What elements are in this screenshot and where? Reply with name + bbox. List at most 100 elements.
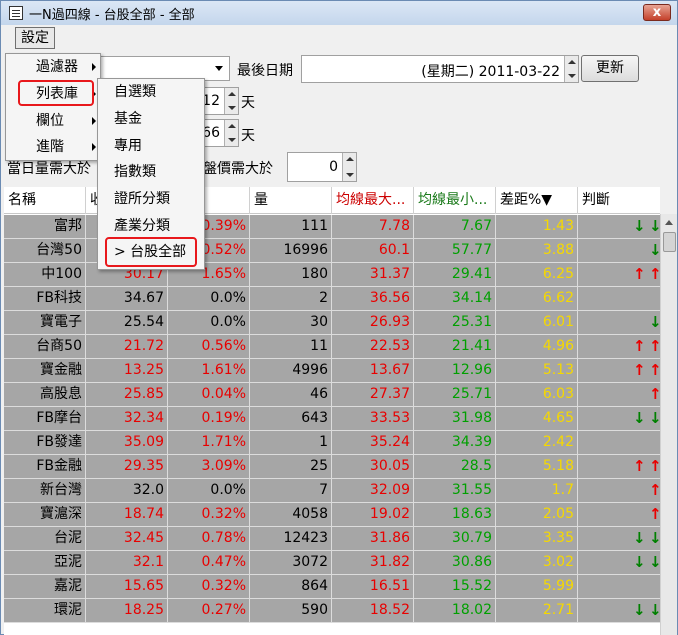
arrow-down-icon: ↓ — [633, 409, 646, 427]
table-row[interactable]: FB發達 35.09 1.71% 1 35.24 34.39 2.42 — [4, 431, 660, 455]
table-row[interactable]: FB金融 29.35 3.09% 25 30.05 28.5 5.18 ↑ ↑ — [4, 455, 660, 479]
cell-name: 寶電子 — [4, 311, 86, 334]
cell-vol: 16996 — [250, 239, 332, 262]
spin-up-icon[interactable] — [228, 124, 236, 128]
cell-gap: 3.88 — [496, 239, 578, 262]
col-ma-min[interactable]: 均線最小... — [414, 187, 496, 214]
spin-up-icon[interactable] — [568, 60, 576, 64]
table-row[interactable]: 環泥 18.25 0.27% 590 18.52 18.02 2.71 ↓ ↓ — [4, 599, 660, 623]
arrow-down-icon: ↓ — [649, 601, 660, 619]
cell-gap: 3.35 — [496, 527, 578, 550]
submenu-item-industry-category[interactable]: 產業分類 — [98, 213, 206, 240]
submenu-item-dedicated[interactable]: 專用 — [98, 133, 206, 160]
cell-judge: ↑ ↑ — [581, 455, 660, 478]
arrow-down-icon: ↓ — [649, 217, 660, 235]
cell-judge: ↑ ↑ — [581, 359, 660, 382]
col-volume[interactable]: 量 — [250, 187, 332, 214]
table-row[interactable]: 高股息 25.85 0.04% 46 27.37 25.71 6.03 ↑ — [4, 383, 660, 407]
menu-item-advanced[interactable]: 進階 — [6, 134, 102, 160]
cell-close: 34.67 — [86, 287, 168, 310]
cell-pct: 3.09% — [168, 455, 250, 478]
col-gap[interactable]: 差距%▼ — [496, 187, 578, 214]
table-row[interactable]: 新台灣 32.0 0.0% 7 32.09 31.55 1.7 ↑ — [4, 479, 660, 503]
cell-max: 22.53 — [332, 335, 414, 358]
table-row[interactable]: 亞泥 32.1 0.47% 3072 31.82 30.86 3.02 ↓ ↓ — [4, 551, 660, 575]
cell-max: 35.24 — [332, 431, 414, 454]
highlight-all-stocks — [105, 237, 197, 267]
spin-down-icon[interactable] — [228, 106, 236, 110]
submenu-item-watchlist[interactable]: 自選類 — [98, 79, 206, 106]
date-field[interactable]: (星期二) 2011-03-22 — [301, 55, 579, 83]
spin-down-icon[interactable] — [346, 173, 354, 177]
cell-pct: 0.04% — [168, 383, 250, 406]
cell-min: 31.55 — [414, 479, 496, 502]
menu-item-filter[interactable]: 過濾器 — [6, 54, 102, 80]
cell-pct: 0.0% — [168, 311, 250, 334]
table-row[interactable]: 寶滬深 18.74 0.32% 4058 19.02 18.63 2.05 ↑ — [4, 503, 660, 527]
window-title: 一N過四線 - 台股全部 - 全部 — [29, 8, 195, 23]
cell-min: 25.71 — [414, 383, 496, 406]
cell-close: 18.25 — [86, 599, 168, 622]
days-spinner-1[interactable] — [224, 88, 238, 114]
col-name[interactable]: 名稱 — [4, 187, 86, 214]
table-row[interactable]: 寶金融 13.25 1.61% 4996 13.67 12.96 5.13 ↑ ↑ — [4, 359, 660, 383]
cell-name: 亞泥 — [4, 551, 86, 574]
cell-close: 32.1 — [86, 551, 168, 574]
cell-name: FB金融 — [4, 455, 86, 478]
settings-dropdown: 過濾器 列表庫 欄位 進階 — [5, 53, 101, 161]
price-spinner[interactable] — [342, 153, 356, 181]
app-icon — [9, 6, 23, 20]
cell-pct: 0.0% — [168, 479, 250, 502]
cell-gap: 2.05 — [496, 503, 578, 526]
menu-item-fields[interactable]: 欄位 — [6, 108, 102, 134]
submenu-item-fund[interactable]: 基金 — [98, 106, 206, 133]
spin-down-icon[interactable] — [228, 138, 236, 142]
arrow-down-icon: ↓ — [649, 529, 660, 547]
menu-item-label: 欄位 — [36, 113, 64, 129]
cell-min: 18.63 — [414, 503, 496, 526]
cell-gap: 1.43 — [496, 215, 578, 238]
date-spinner[interactable] — [564, 56, 578, 82]
spin-up-icon[interactable] — [346, 157, 354, 161]
arrow-down-icon: ↓ — [633, 553, 646, 571]
table-row[interactable]: 台商50 21.72 0.56% 11 22.53 21.41 4.96 ↑ ↑ — [4, 335, 660, 359]
cell-vol: 25 — [250, 455, 332, 478]
cell-min: 31.98 — [414, 407, 496, 430]
cell-close: 21.72 — [86, 335, 168, 358]
close-button[interactable]: x — [643, 4, 671, 21]
cell-gap: 6.62 — [496, 287, 578, 310]
cell-max: 13.67 — [332, 359, 414, 382]
volume-label: 當日量需大於 — [7, 161, 91, 177]
refresh-button[interactable]: 更新 — [581, 55, 639, 82]
cell-gap: 5.18 — [496, 455, 578, 478]
spin-down-icon[interactable] — [568, 74, 576, 78]
days-spinner-2[interactable] — [224, 120, 238, 146]
price-field[interactable]: 0 — [287, 152, 357, 182]
title-bar[interactable]: 一N過四線 - 台股全部 - 全部 x — [1, 1, 677, 25]
cell-pct: 0.19% — [168, 407, 250, 430]
cell-judge: ↓ ↓ — [581, 527, 660, 550]
cell-min: 30.79 — [414, 527, 496, 550]
submenu-item-exchange-category[interactable]: 證所分類 — [98, 186, 206, 213]
col-ma-max[interactable]: 均線最大... — [332, 187, 414, 214]
settings-menu[interactable]: 設定 — [15, 27, 55, 49]
submenu-arrow-icon — [92, 63, 96, 71]
cell-close: 35.09 — [86, 431, 168, 454]
cell-min: 21.41 — [414, 335, 496, 358]
price-value: 0 — [329, 159, 338, 175]
vertical-scrollbar[interactable] — [660, 214, 677, 635]
table-row[interactable]: FB摩台 32.34 0.19% 643 33.53 31.98 4.65 ↓ ↓ — [4, 407, 660, 431]
col-judge[interactable]: 判斷 — [578, 187, 660, 214]
table-row[interactable]: 寶電子 25.54 0.0% 30 26.93 25.31 6.01 ↓ — [4, 311, 660, 335]
submenu-item-index[interactable]: 指數類 — [98, 159, 206, 186]
cell-close: 25.54 — [86, 311, 168, 334]
table-row[interactable]: FB科技 34.67 0.0% 2 36.56 34.14 6.62 — [4, 287, 660, 311]
scroll-up-icon[interactable] — [665, 220, 673, 225]
scroll-thumb[interactable] — [663, 232, 676, 252]
cell-judge: ↓ ↓ — [581, 407, 660, 430]
table-row[interactable]: 台泥 32.45 0.78% 12423 31.86 30.79 3.35 ↓ ↓ — [4, 527, 660, 551]
spin-up-icon[interactable] — [228, 92, 236, 96]
cell-min: 34.39 — [414, 431, 496, 454]
chevron-down-icon[interactable] — [215, 66, 223, 71]
table-row[interactable]: 嘉泥 15.65 0.32% 864 16.51 15.52 5.99 — [4, 575, 660, 599]
